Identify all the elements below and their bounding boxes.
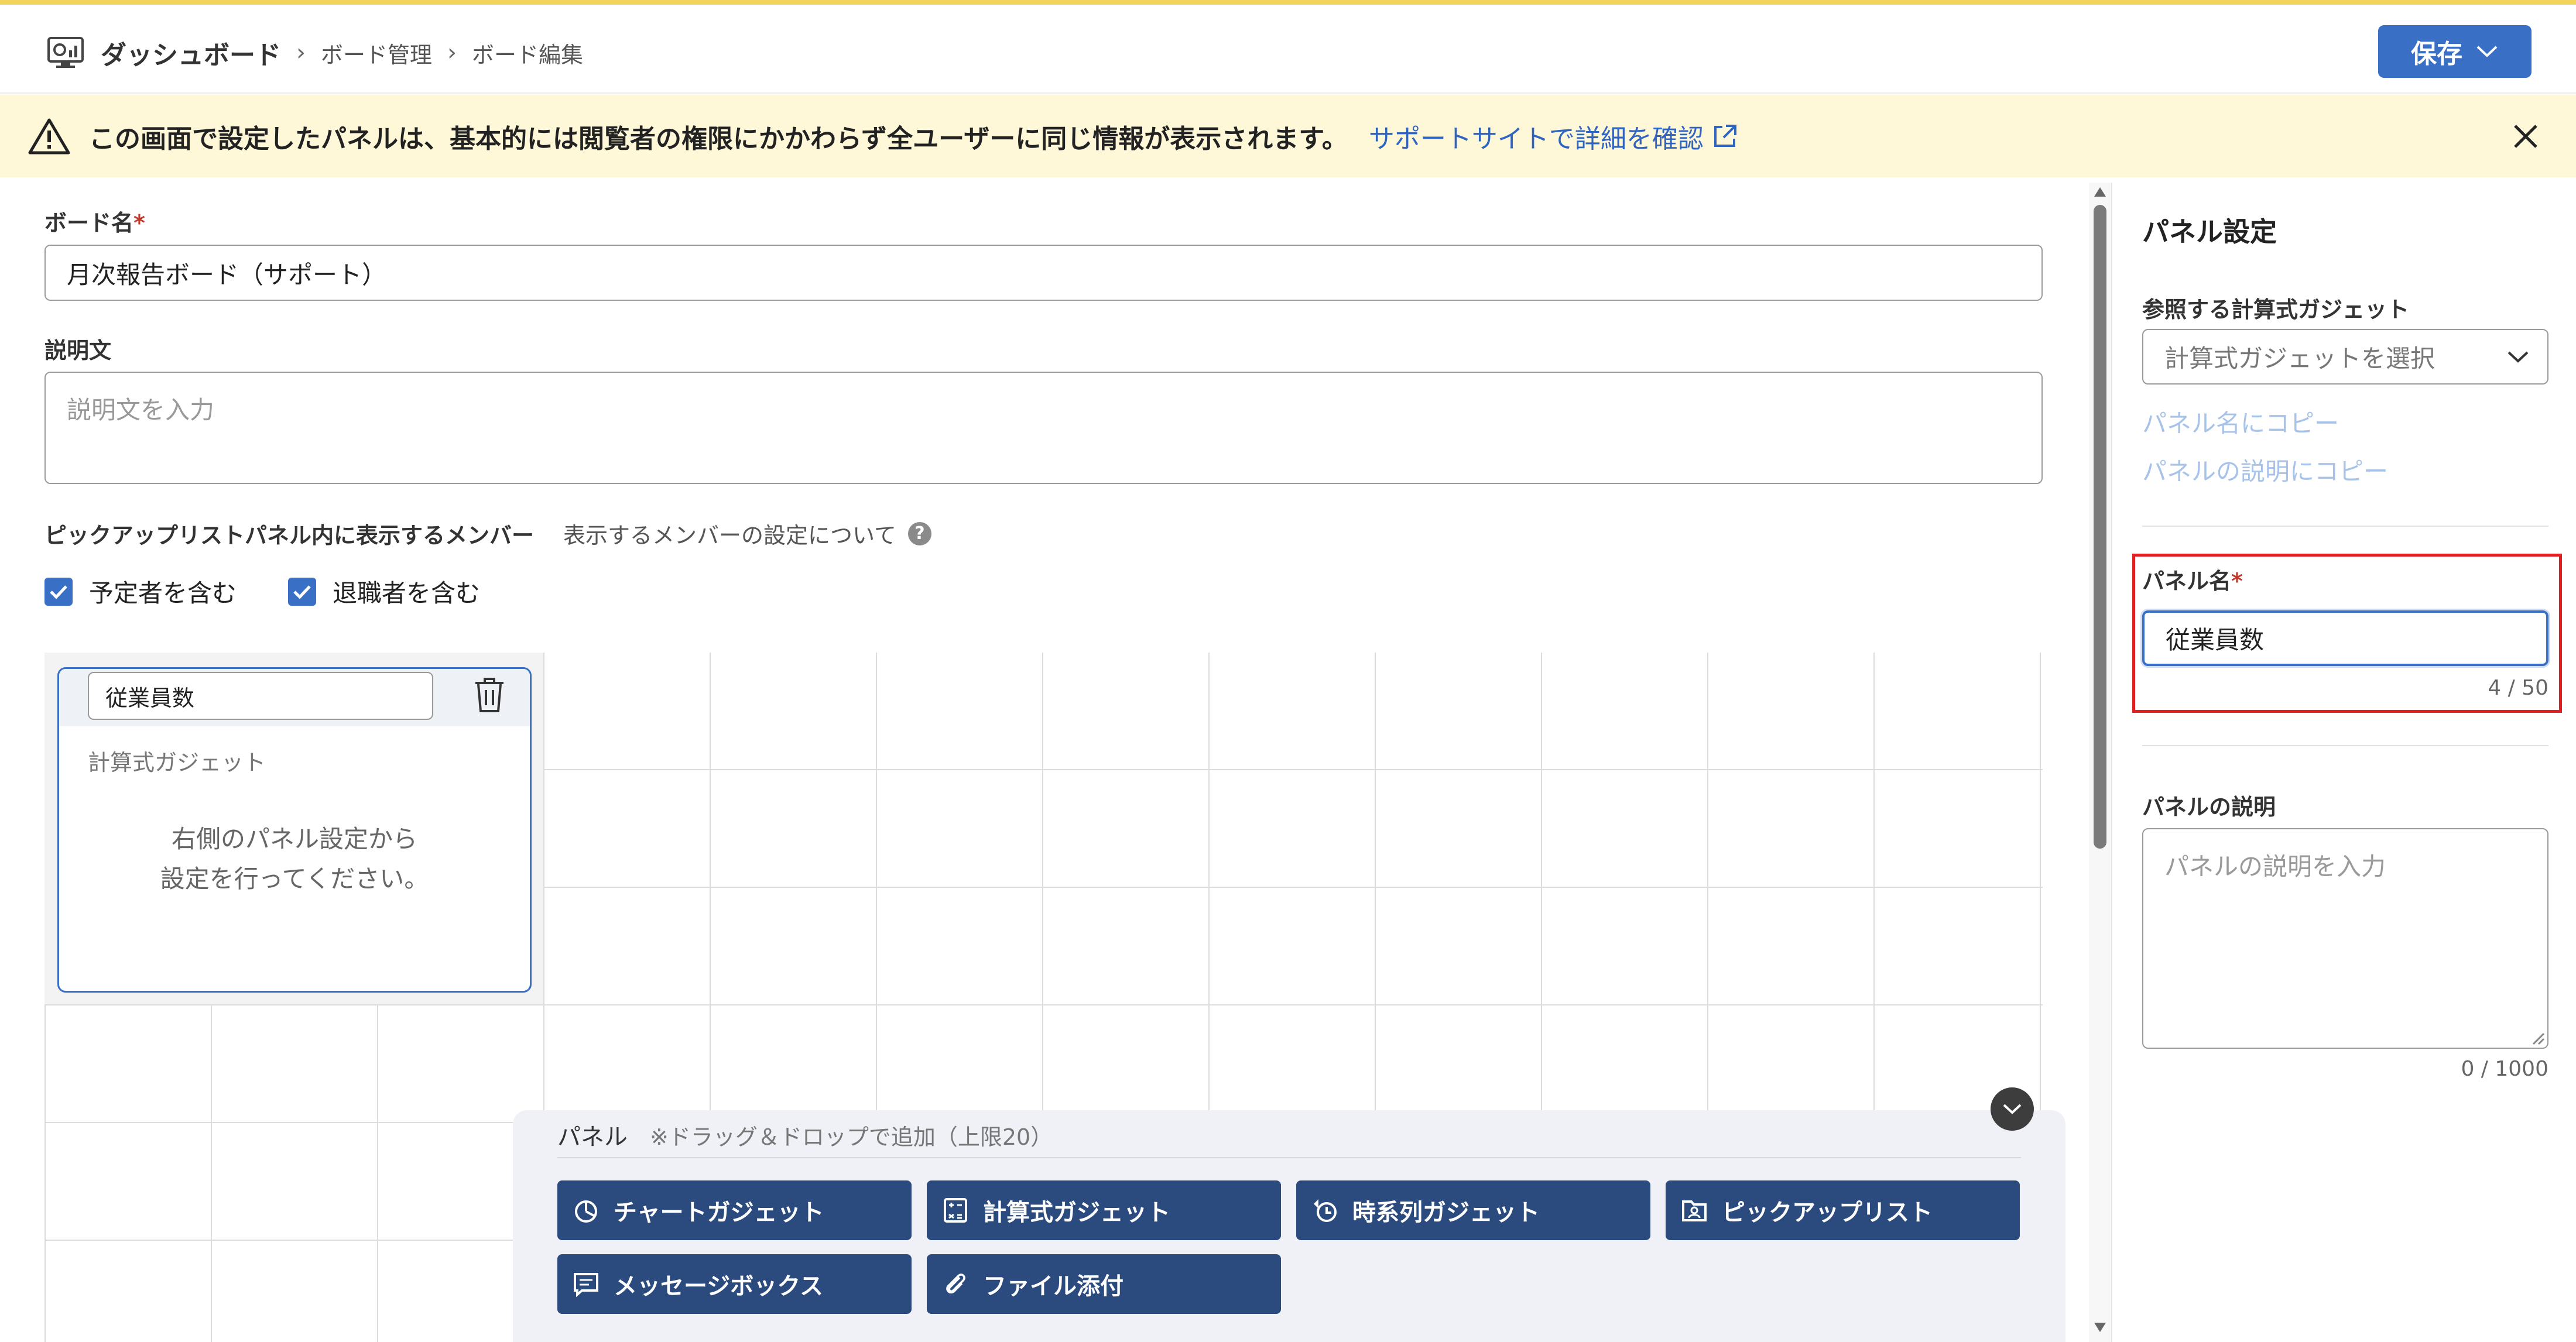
pie-chart-icon	[575, 1200, 597, 1223]
palette-divider	[557, 1157, 2021, 1158]
close-icon	[2514, 125, 2537, 148]
checkbox-scheduled-label: 予定者を含む	[89, 579, 237, 607]
chevron-down-icon	[2508, 351, 2529, 363]
panel-desc-counter: 0 / 1000	[2461, 1057, 2548, 1081]
chevron-right-icon: ›	[296, 39, 306, 66]
chevron-down-icon	[2003, 1104, 2022, 1114]
notice-message: この画面で設定したパネルは、基本的には閲覧者の権限にかかわらず全ユーザーに同じ情…	[89, 123, 1348, 154]
pickup-list-icon	[1682, 1200, 1707, 1221]
support-site-link-text: サポートサイトで詳細を確認	[1368, 123, 1704, 154]
breadcrumb: ダッシュボード › ボード管理 › ボード編集	[47, 29, 583, 76]
calculator-icon	[944, 1198, 967, 1223]
board-name-label: ボード名*	[44, 210, 145, 236]
message-icon	[574, 1273, 598, 1298]
checkbox-checked-icon[interactable]	[288, 577, 316, 606]
close-notice-button[interactable]	[2509, 120, 2542, 153]
breadcrumb-board-management[interactable]: ボード管理	[321, 37, 432, 69]
breadcrumb-board-edit: ボード編集	[472, 42, 584, 68]
add-calc-gadget-button[interactable]: 計算式ガジェット	[927, 1180, 1281, 1240]
checkbox-scheduled[interactable]: 予定者を含む	[44, 574, 237, 609]
panel-card-message-line1: 右側のパネル設定から	[171, 825, 417, 853]
collapse-palette-button[interactable]	[1991, 1087, 2034, 1131]
delete-panel-button[interactable]	[472, 676, 507, 715]
description-label: 説明文	[44, 338, 112, 363]
resize-handle-icon[interactable]	[2530, 1030, 2545, 1045]
warning-icon	[28, 118, 70, 155]
external-link-icon	[1714, 124, 1736, 147]
add-chart-gadget-button[interactable]: チャートガジェット	[557, 1180, 912, 1240]
ref-gadget-select[interactable]: 計算式ガジェットを選択	[2142, 329, 2548, 385]
chevron-down-icon	[2475, 44, 2499, 59]
panel-name-label: パネル名*	[2142, 568, 2243, 594]
support-site-link[interactable]: サポートサイトで詳細を確認	[1369, 118, 1738, 155]
ref-gadget-label: 参照する計算式ガジェット	[2142, 297, 2410, 322]
panel-card-message: 右側のパネル設定から 設定を行ってください。	[57, 819, 532, 899]
members-label: ピックアップリストパネル内に表示するメンバー	[44, 523, 535, 548]
checkbox-retired-label: 退職者を含む	[333, 579, 481, 607]
panel-settings-title: パネル設定	[2142, 216, 2277, 248]
members-setting-row: ピックアップリストパネル内に表示するメンバー 表示するメンバーの設定について ?	[44, 517, 931, 550]
notice-banner: この画面で設定したパネルは、基本的には閲覧者の権限にかかわらず全ユーザーに同じ情…	[0, 95, 2576, 177]
checkbox-retired[interactable]: 退職者を含む	[288, 574, 480, 609]
panel-card-type: 計算式ガジェット	[88, 750, 266, 775]
scroll-up-arrow-icon[interactable]	[2093, 186, 2107, 198]
add-pickup-list-button[interactable]: ピックアップリスト	[1666, 1180, 2020, 1240]
checkbox-checked-icon[interactable]	[44, 577, 73, 606]
add-message-box-label: メッセージボックス	[614, 1273, 823, 1300]
settings-divider	[2142, 526, 2548, 527]
add-timeseries-gadget-label: 時系列ガジェット	[1352, 1199, 1540, 1226]
chevron-right-icon: ›	[447, 39, 457, 66]
panel-name-input[interactable]: 従業員数	[2142, 610, 2548, 666]
add-calc-gadget-label: 計算式ガジェット	[983, 1199, 1170, 1226]
panel-desc-placeholder: パネルの説明を入力	[2164, 852, 2386, 881]
help-icon[interactable]: ?	[907, 521, 931, 545]
panel-name-counter: 4 / 50	[2488, 676, 2548, 700]
members-help-link[interactable]: 表示するメンバーの設定について	[563, 517, 896, 550]
copy-to-panel-name-link[interactable]: パネル名にコピー	[2142, 404, 2339, 440]
scroll-down-arrow-icon[interactable]	[2093, 1322, 2107, 1333]
trash-icon	[475, 678, 503, 712]
copy-to-panel-desc-link[interactable]: パネルの説明にコピー	[2142, 452, 2388, 488]
panel-desc-label: パネルの説明	[2142, 794, 2276, 820]
paperclip-icon	[946, 1274, 965, 1294]
time-series-icon	[1314, 1199, 1337, 1222]
board-name-input[interactable]: 月次報告ボード（サポート）	[44, 245, 2043, 301]
add-message-box-button[interactable]: メッセージボックス	[557, 1254, 912, 1314]
add-file-attachment-label: ファイル添付	[983, 1273, 1123, 1300]
description-placeholder: 説明文を入力	[67, 396, 215, 424]
save-button[interactable]: 保存	[2378, 25, 2532, 78]
ref-gadget-placeholder: 計算式ガジェットを選択	[2164, 344, 2435, 373]
description-textarea[interactable]: 説明文を入力	[44, 372, 2043, 484]
add-pickup-list-label: ピックアップリスト	[1722, 1199, 1933, 1226]
add-timeseries-gadget-button[interactable]: 時系列ガジェット	[1296, 1180, 1650, 1240]
add-file-attachment-button[interactable]: ファイル添付	[927, 1254, 1281, 1314]
app-title[interactable]: ダッシュボード	[101, 34, 281, 71]
panel-card-message-line2: 設定を行ってください。	[160, 864, 429, 893]
palette-title: パネル	[557, 1124, 628, 1151]
panel-desc-textarea[interactable]: パネルの説明を入力	[2142, 828, 2548, 1049]
save-button-label: 保存	[2411, 39, 2462, 69]
palette-hint: ※ドラッグ＆ドロップで追加（上限20）	[650, 1124, 1053, 1150]
palette-header: パネル ※ドラッグ＆ドロップで追加（上限20）	[557, 1118, 1053, 1152]
settings-divider	[2142, 745, 2548, 746]
add-chart-gadget-label: チャートガジェット	[614, 1199, 824, 1226]
panel-card-name-input[interactable]: 従業員数	[88, 672, 433, 720]
scrollbar-thumb[interactable]	[2094, 205, 2106, 849]
dashboard-icon	[47, 36, 84, 69]
